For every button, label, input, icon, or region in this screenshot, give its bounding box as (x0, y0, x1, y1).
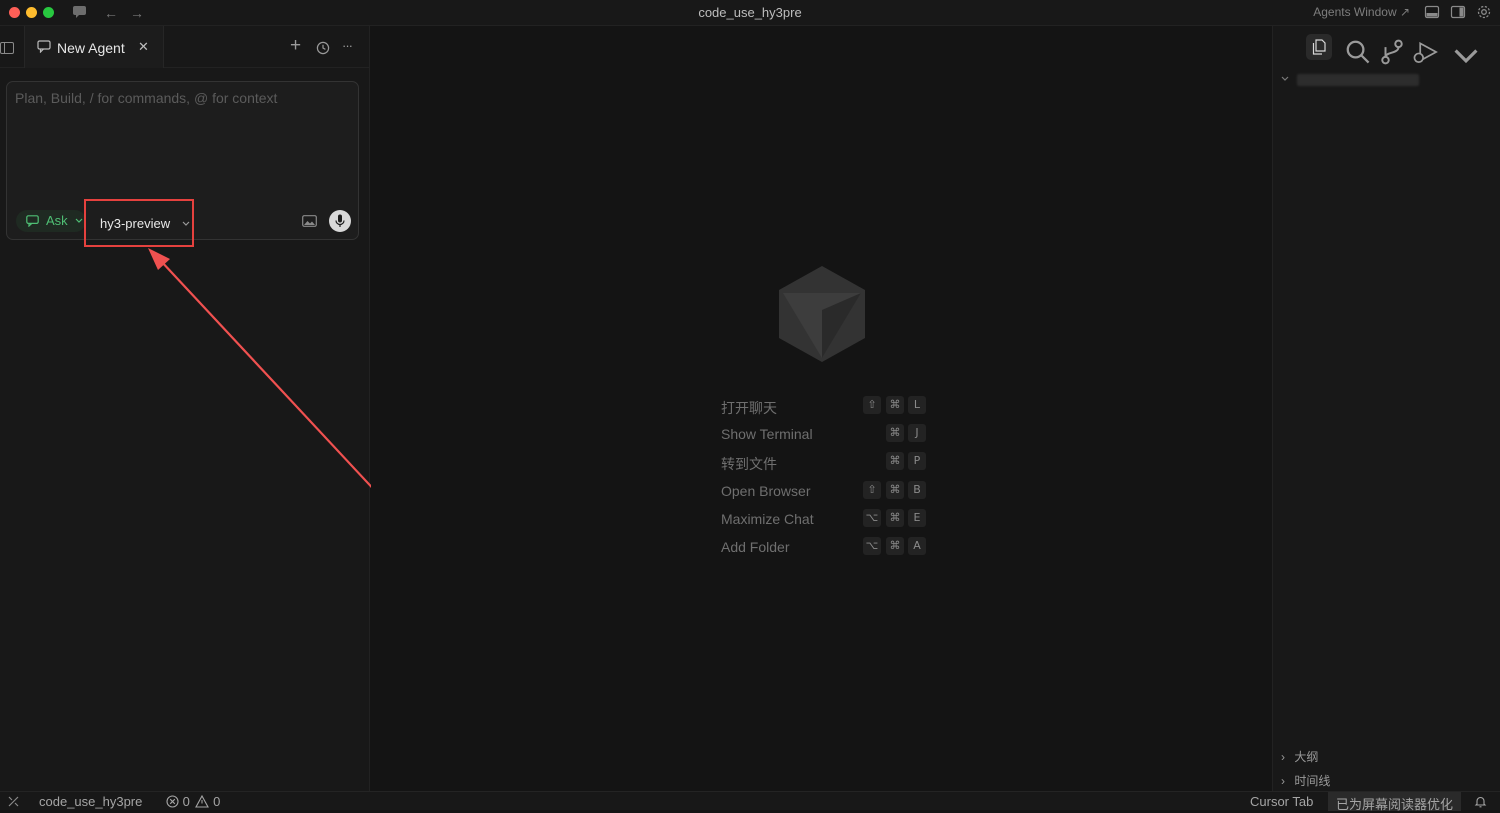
explorer-panel: › 大纲 › 时间线 (1272, 26, 1500, 791)
problems-indicator[interactable]: 0 0 (166, 794, 220, 809)
timeline-section[interactable]: › 时间线 (1281, 772, 1330, 789)
shortcut-key: ⇧ (863, 396, 881, 414)
shortcut-key: E (908, 509, 926, 527)
shortcut-add-folder[interactable]: Add Folder ⌥ ⌘ A (721, 537, 926, 557)
shortcut-label: 打开聊天 (721, 400, 777, 416)
shortcut-key: J (908, 424, 926, 442)
shortcut-open-browser[interactable]: Open Browser ⇧ ⌘ B (721, 481, 926, 501)
shortcut-label: 转到文件 (721, 456, 777, 472)
shortcut-key: ⌘ (886, 424, 904, 442)
editor-empty-state: 打开聊天 ⇧ ⌘ L Show Terminal ⌘ J 转到文件 ⌘ P Op… (371, 26, 1272, 791)
remote-icon[interactable] (8, 796, 19, 807)
shortcut-maximize-chat[interactable]: Maximize Chat ⌥ ⌘ E (721, 509, 926, 529)
shortcut-label: Show Terminal (721, 426, 813, 442)
source-control-icon[interactable] (1379, 39, 1405, 65)
outline-section[interactable]: › 大纲 (1281, 748, 1318, 765)
status-bar: code_use_hy3pre 0 0 Cursor Tab 已为屏幕阅读器优化 (0, 791, 1500, 812)
workspace-folder-redacted[interactable] (1297, 74, 1419, 86)
search-icon[interactable] (1345, 39, 1371, 65)
cursor-tab-status[interactable]: Cursor Tab (1250, 794, 1313, 809)
shortcut-key: ⌘ (886, 481, 904, 499)
chevron-right-icon: › (1281, 750, 1285, 764)
section-label: 大纲 (1294, 750, 1319, 764)
screen-reader-status[interactable]: 已为屏幕阅读器优化 (1328, 792, 1462, 812)
error-icon (166, 795, 179, 808)
shortcut-key: ⌘ (886, 509, 904, 527)
shortcut-go-to-file[interactable]: 转到文件 ⌘ P (721, 452, 926, 472)
notification-bell-icon[interactable] (1474, 795, 1487, 808)
shortcut-key: L (908, 396, 926, 414)
explorer-tab[interactable] (1306, 34, 1332, 60)
chevron-down-icon[interactable] (1453, 44, 1479, 70)
shortcut-key: ⌘ (886, 537, 904, 555)
shortcut-label: Open Browser (721, 483, 811, 499)
shortcut-open-chat[interactable]: 打开聊天 ⇧ ⌘ L (721, 396, 926, 416)
warning-icon (195, 794, 210, 808)
shortcut-key: ⇧ (863, 481, 881, 499)
cursor-logo-icon (779, 266, 865, 362)
warning-count: 0 (213, 794, 221, 809)
chevron-right-icon: › (1281, 774, 1285, 788)
shortcut-key: B (908, 481, 926, 499)
files-icon (1312, 39, 1326, 55)
chevron-down-icon[interactable] (1281, 76, 1289, 82)
section-label: 时间线 (1294, 774, 1331, 788)
shortcut-key: ⌥ (863, 537, 881, 555)
shortcut-label: Add Folder (721, 539, 790, 555)
error-count: 0 (182, 794, 190, 809)
shortcut-show-terminal[interactable]: Show Terminal ⌘ J (721, 424, 926, 444)
shortcut-key: ⌥ (863, 509, 881, 527)
project-name[interactable]: code_use_hy3pre (39, 794, 142, 809)
shortcut-key: P (908, 452, 926, 470)
shortcut-key: ⌘ (886, 396, 904, 414)
shortcut-label: Maximize Chat (721, 511, 814, 527)
run-debug-icon[interactable] (1413, 39, 1439, 65)
shortcut-key: A (908, 537, 926, 555)
shortcut-key: ⌘ (886, 452, 904, 470)
